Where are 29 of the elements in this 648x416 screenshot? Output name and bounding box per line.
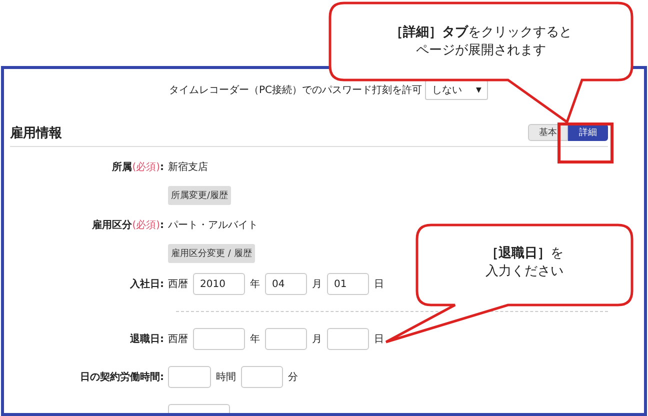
unit-label: 年 <box>250 333 260 346</box>
input-field[interactable]: 2010 <box>193 273 245 295</box>
change-history-button[interactable]: 所属変更/履歴 <box>168 186 232 204</box>
field-label: 所属(必須): <box>112 160 164 174</box>
field-value: 新宿支店 <box>168 160 208 174</box>
field-label: 入社日: <box>130 278 164 291</box>
unit-label: 月 <box>312 278 322 291</box>
callout-text: ページが展開されます <box>416 42 546 60</box>
unit-label: 日 <box>374 333 384 346</box>
change-history-button[interactable]: 雇用区分変更 / 履歴 <box>168 244 255 262</box>
field-label: 退職日: <box>130 332 164 346</box>
tab[interactable]: 基本 <box>528 124 568 141</box>
callout-text: ［詳細］タブをクリックすると <box>390 24 572 42</box>
input-field[interactable]: 04 <box>265 273 307 295</box>
unit-label: 月 <box>312 333 322 346</box>
unit-label: 西暦 <box>168 278 188 291</box>
unit-label: 年 <box>250 278 260 291</box>
password-permission-label: タイムレコーダー（PC接続）でのパスワード打刻を許可 <box>169 84 422 97</box>
callout-text: ［退職日］を <box>486 245 564 263</box>
unit-label: 分 <box>288 371 298 384</box>
callout-text: 入力ください <box>486 263 564 281</box>
unit-label: 西暦 <box>168 333 188 346</box>
field-label: 日の契約労働時間: <box>80 370 164 384</box>
unit-label: 時間 <box>216 370 236 384</box>
unit-label: 日 <box>374 278 384 291</box>
input-field[interactable]: 01 <box>327 273 369 295</box>
field-value: パート・アルバイト <box>168 219 258 232</box>
field-label: 雇用区分(必須): <box>92 218 164 232</box>
section-title: 雇用情報 <box>10 124 62 142</box>
